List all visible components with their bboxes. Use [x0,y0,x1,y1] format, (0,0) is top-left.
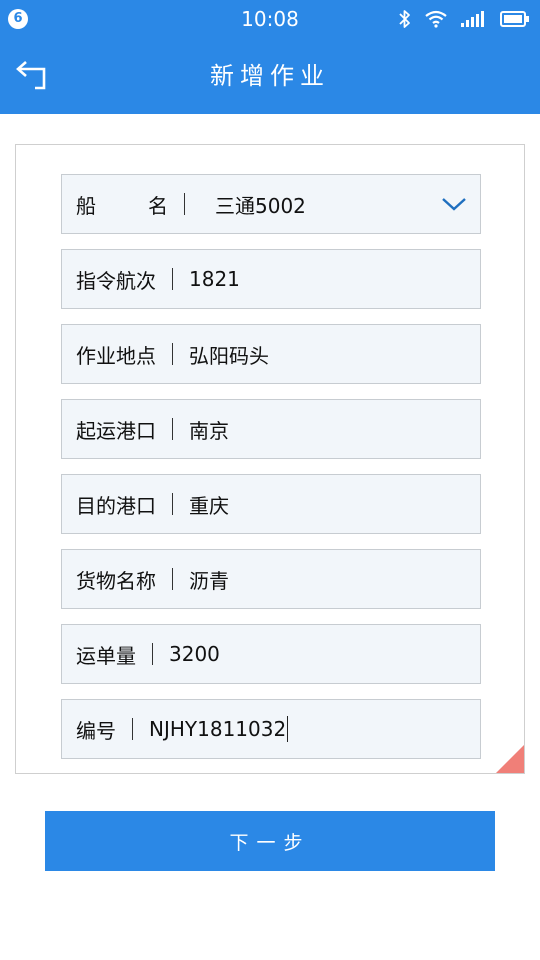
battery-icon [500,11,529,27]
corner-decoration [496,745,524,773]
waybill-quantity-value: 3200 [169,642,220,666]
voyage-field[interactable]: 指令航次 1821 [61,249,481,309]
cargo-name-value: 沥青 [189,568,229,593]
ship-name-field[interactable]: 船名 三通5002 [61,174,481,234]
cargo-name-label: 货物名称 [76,568,156,593]
ship-name-label: 船名 [76,193,220,218]
text-cursor [287,716,289,742]
origin-port-label: 起运港口 [76,418,156,443]
field-divider [172,418,173,440]
ship-name-value: 三通5002 [215,193,306,218]
bluetooth-icon [399,10,410,28]
serial-number-value: NJHY1811032 [149,717,287,741]
job-form: 船名 三通5002 指令航次 1821 作业地点 弘阳码头 起运港口 南京 目的… [15,144,525,774]
chevron-down-icon[interactable] [440,193,468,215]
voyage-value: 1821 [189,267,240,291]
work-location-label: 作业地点 [76,343,156,368]
field-divider [132,718,133,740]
destination-port-label: 目的港口 [76,493,156,518]
field-divider [152,643,153,665]
field-divider [172,268,173,290]
waybill-quantity-field[interactable]: 运单量 3200 [61,624,481,684]
serial-number-field[interactable]: 编号 NJHY1811032 [61,699,481,759]
cargo-name-field[interactable]: 货物名称 沥青 [61,549,481,609]
work-location-field[interactable]: 作业地点 弘阳码头 [61,324,481,384]
field-divider [172,493,173,515]
next-step-button[interactable]: 下一步 [45,811,495,871]
field-divider [184,193,185,215]
destination-port-value: 重庆 [189,493,229,518]
app-bar: 新增作业 [0,38,540,114]
work-location-value: 弘阳码头 [189,343,269,368]
origin-port-field[interactable]: 起运港口 南京 [61,399,481,459]
serial-number-label: 编号 [76,718,116,743]
waybill-quantity-label: 运单量 [76,643,136,668]
destination-port-field[interactable]: 目的港口 重庆 [61,474,481,534]
wifi-icon [425,10,447,28]
field-divider [172,343,173,365]
voyage-label: 指令航次 [76,268,156,293]
status-icons [398,8,530,30]
status-bar: 6 10:08 [0,0,540,38]
page-title: 新增作业 [210,62,330,90]
signal-icon [461,11,484,27]
origin-port-value: 南京 [189,418,229,443]
field-divider [172,568,173,590]
